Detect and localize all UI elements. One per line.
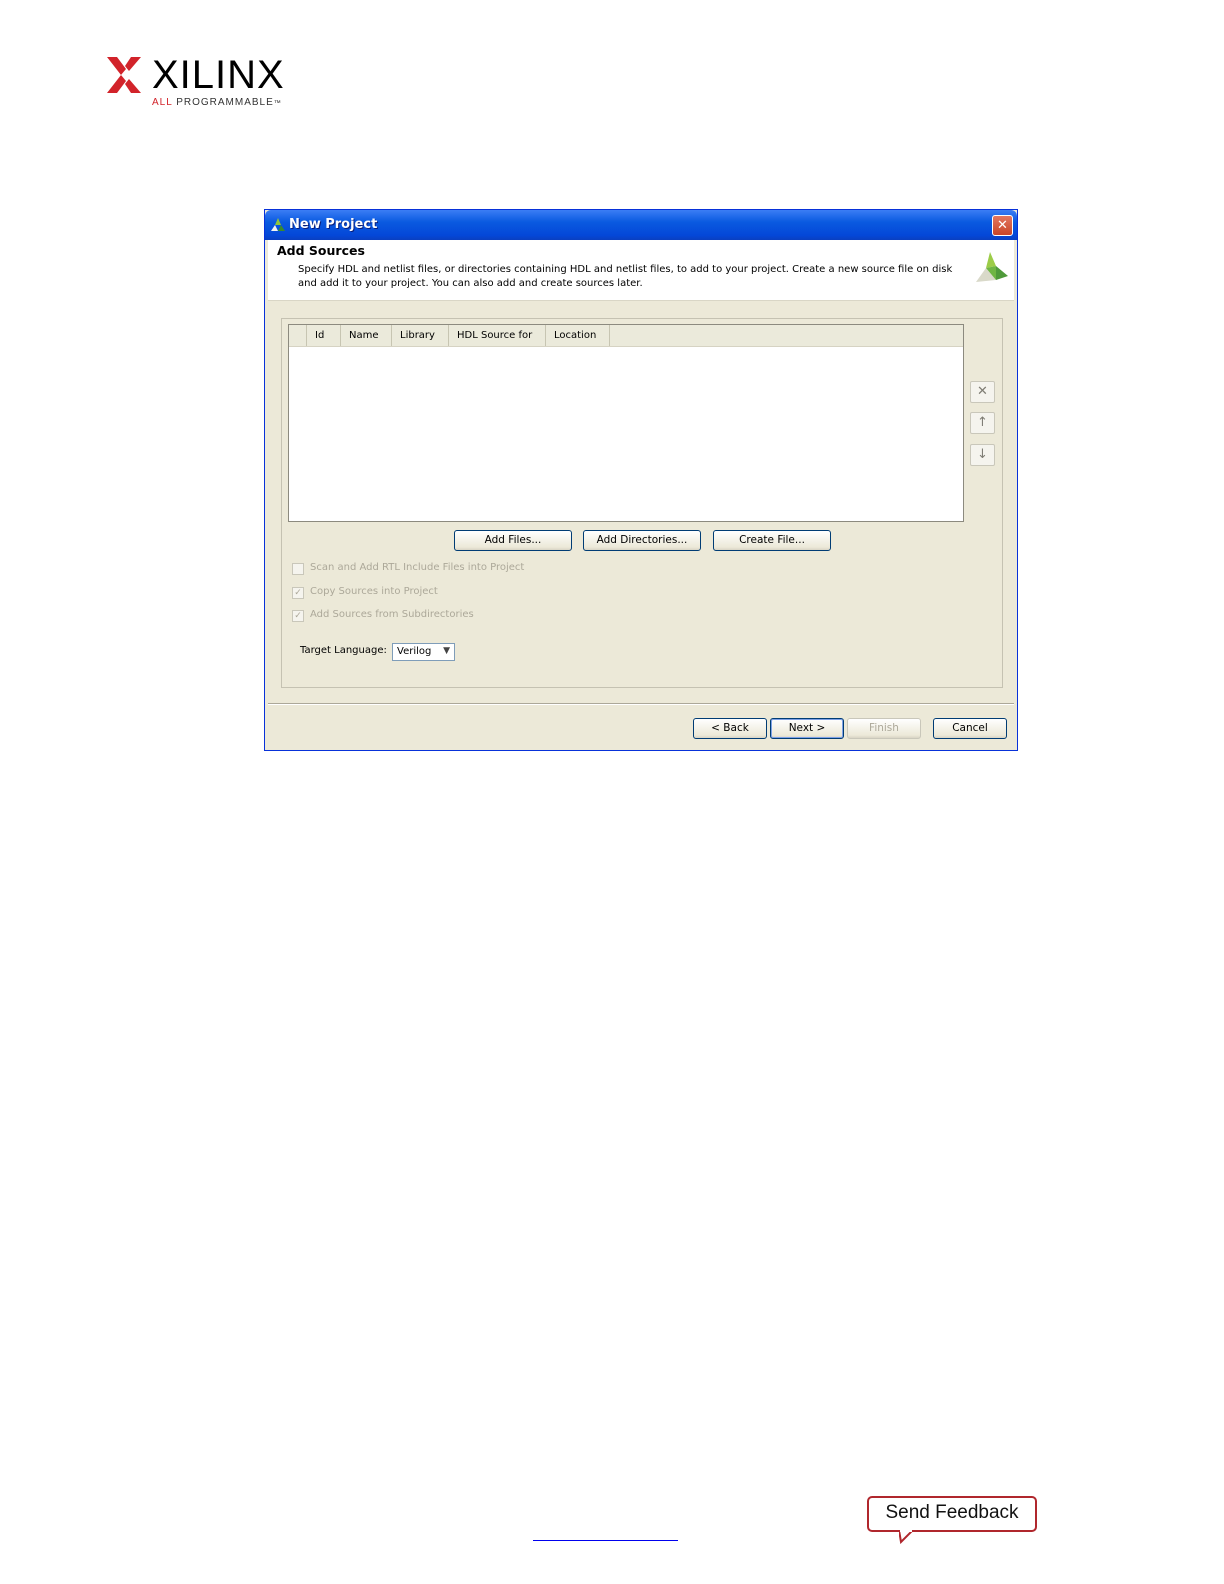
- add-subdirs-label: Add Sources from Subdirectories: [310, 609, 474, 620]
- checkmark-icon: ✓: [294, 588, 302, 598]
- scan-rtl-checkbox[interactable]: [292, 563, 304, 575]
- dialog-title: New Project: [289, 217, 378, 232]
- table-header: Id Name Library HDL Source for Location: [289, 325, 963, 347]
- move-down-button[interactable]: ↓: [970, 444, 995, 466]
- move-up-button[interactable]: ↑: [970, 412, 995, 434]
- sources-panel: Id Name Library HDL Source for Location …: [281, 318, 1003, 688]
- column-header-library[interactable]: Library: [392, 325, 449, 346]
- new-project-dialog: New Project ✕ Add Sources Specify HDL an…: [264, 209, 1018, 751]
- column-header-location[interactable]: Location: [546, 325, 610, 346]
- create-file-button[interactable]: Create File...: [713, 530, 831, 551]
- add-subdirs-option[interactable]: ✓ Add Sources from Subdirectories: [292, 609, 492, 625]
- column-header-select[interactable]: [289, 325, 307, 346]
- vivado-logo-icon: [976, 252, 1008, 282]
- finish-button: Finish: [847, 718, 921, 739]
- back-button[interactable]: < Back: [693, 718, 767, 739]
- target-language-label: Target Language:: [300, 645, 387, 656]
- cancel-button[interactable]: Cancel: [933, 718, 1007, 739]
- brand-tagline: ALL PROGRAMMABLE™: [152, 97, 282, 108]
- move-down-icon: ↓: [977, 447, 988, 462]
- sources-table[interactable]: Id Name Library HDL Source for Location: [288, 324, 964, 522]
- add-directories-button[interactable]: Add Directories...: [583, 530, 701, 551]
- chevron-down-icon[interactable]: ▼: [443, 646, 450, 656]
- close-button[interactable]: ✕: [992, 215, 1013, 236]
- remove-button[interactable]: ✕: [970, 381, 995, 403]
- remove-icon: ✕: [977, 384, 988, 399]
- copy-sources-option[interactable]: ✓ Copy Sources into Project: [292, 586, 492, 602]
- dialog-titlebar[interactable]: New Project ✕: [265, 210, 1017, 240]
- close-icon: ✕: [997, 218, 1008, 233]
- dialog-header: Add Sources Specify HDL and netlist file…: [268, 240, 1014, 301]
- target-language-value: Verilog: [397, 646, 432, 657]
- xilinx-mark-icon: [107, 57, 141, 93]
- scan-rtl-option[interactable]: Scan and Add RTL Include Files into Proj…: [292, 562, 524, 578]
- speech-tail-icon: [899, 1530, 913, 1544]
- copy-sources-label: Copy Sources into Project: [310, 586, 438, 597]
- checkmark-icon: ✓: [294, 611, 302, 621]
- target-language-select[interactable]: Verilog ▼: [392, 643, 455, 661]
- send-feedback-label: Send Feedback: [885, 1502, 1019, 1523]
- add-files-button[interactable]: Add Files...: [454, 530, 572, 551]
- next-button[interactable]: Next >: [770, 718, 844, 739]
- vivado-app-icon: [271, 218, 285, 231]
- trademark-mark: ™: [273, 100, 282, 107]
- page-description: Specify HDL and netlist files, or direct…: [298, 264, 953, 289]
- footer-divider: [268, 703, 1014, 705]
- send-feedback-button[interactable]: Send Feedback: [867, 1496, 1037, 1544]
- column-header-name[interactable]: Name: [341, 325, 392, 346]
- column-header-hdl-source-for[interactable]: HDL Source for: [449, 325, 546, 346]
- tagline-highlight: ALL: [152, 97, 173, 108]
- tagline-rest: PROGRAMMABLE: [176, 97, 274, 108]
- column-header-id[interactable]: Id: [307, 325, 341, 346]
- brand-name: XILINX: [152, 53, 285, 97]
- xilinx-logo: XILINX ALL PROGRAMMABLE™: [107, 53, 287, 113]
- page-title: Add Sources: [277, 243, 365, 258]
- move-up-icon: ↑: [977, 415, 988, 430]
- copy-sources-checkbox[interactable]: ✓: [292, 587, 304, 599]
- footer-link[interactable]: [533, 1540, 678, 1541]
- scan-rtl-label: Scan and Add RTL Include Files into Proj…: [310, 562, 525, 573]
- add-subdirs-checkbox[interactable]: ✓: [292, 610, 304, 622]
